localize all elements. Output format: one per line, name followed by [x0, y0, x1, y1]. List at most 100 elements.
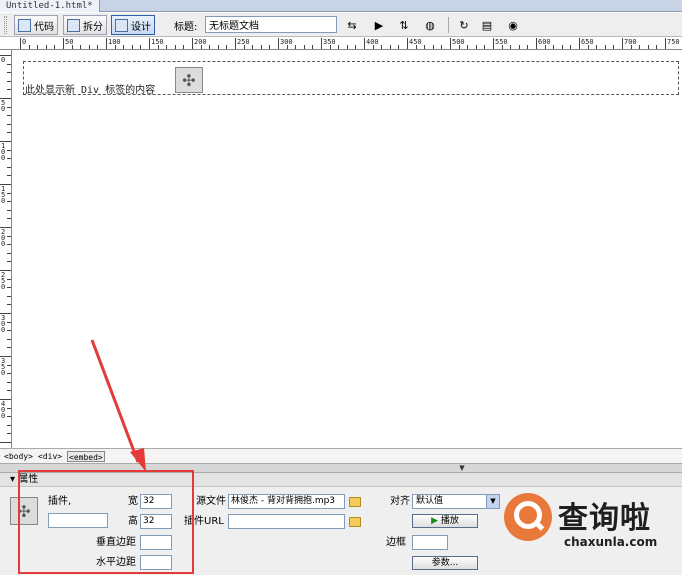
ruler-tick	[656, 45, 658, 49]
ruler-tick	[7, 373, 11, 375]
ruler-number: 100	[108, 38, 121, 46]
ruler-tick	[7, 330, 11, 332]
design-view-button[interactable]: 设计	[111, 15, 155, 35]
title-label: 标题:	[174, 22, 198, 33]
ruler-tick	[174, 45, 176, 49]
ruler-tick	[7, 304, 11, 306]
ruler-tick	[510, 45, 512, 49]
ruler-tick	[7, 89, 11, 91]
ruler-tick	[269, 45, 271, 49]
tag-body[interactable]: <body>	[4, 451, 33, 462]
code-view-icon	[18, 18, 31, 32]
border-input[interactable]	[412, 535, 448, 550]
play-button[interactable]: ▶ 播放	[412, 514, 478, 528]
play-icon: ▶	[431, 516, 441, 526]
file-management-icon[interactable]: ⇆	[343, 17, 361, 33]
ruler-tick	[484, 45, 486, 49]
ruler-number: 0	[22, 38, 27, 46]
toolbar-separator	[448, 17, 449, 33]
ruler-tick	[303, 45, 305, 49]
plugin-url-input[interactable]	[228, 514, 345, 529]
browse-folder-icon[interactable]	[349, 517, 361, 527]
ruler-number: 500	[452, 38, 465, 46]
ruler-tick	[381, 45, 383, 49]
align-select[interactable]: 默认值 ▼	[412, 494, 500, 509]
ruler-tick	[407, 38, 408, 49]
ruler-tick	[28, 45, 30, 49]
align-value: 默认值	[416, 496, 444, 506]
ruler-tick	[80, 45, 82, 49]
ruler-tick	[7, 347, 11, 349]
play-label: 播放	[440, 516, 459, 526]
ruler-tick	[622, 38, 623, 49]
ruler-tick	[7, 278, 11, 280]
sync-icon[interactable]: ⇅	[395, 17, 413, 33]
visual-aids-icon[interactable]: ◉	[504, 17, 522, 33]
plugin-icon[interactable]: ✣	[175, 67, 203, 93]
ruler-tick	[536, 38, 537, 49]
split-view-button[interactable]: 拆分	[63, 15, 107, 35]
ruler-tick	[424, 45, 426, 49]
border-label: 边框	[386, 537, 406, 548]
preview-in-browser-icon[interactable]: ▶	[370, 17, 388, 33]
watermark-text: 查询啦	[558, 501, 651, 536]
collapse-arrow-icon[interactable]: ▼	[455, 465, 469, 472]
ruler-tick	[7, 424, 11, 426]
ruler-tick	[467, 45, 469, 49]
tag-embed[interactable]: <embed>	[67, 451, 105, 462]
ruler-tick	[7, 115, 11, 117]
ruler-tick	[209, 45, 211, 49]
ruler-tick	[450, 38, 451, 49]
ruler-tick	[527, 45, 529, 49]
tag-div[interactable]: <div>	[38, 451, 62, 462]
ruler-tick	[7, 201, 11, 203]
ruler-tick	[7, 149, 11, 151]
ruler-tick	[54, 45, 56, 49]
ruler-tick	[7, 235, 11, 237]
align-label: 对齐	[390, 496, 410, 507]
split-view-label: 拆分	[83, 21, 103, 33]
ruler-tick	[364, 38, 365, 49]
ruler-tick	[278, 38, 279, 49]
ruler-number: 250	[1, 271, 6, 291]
ruler-tick	[7, 252, 11, 254]
ruler-tick	[45, 45, 47, 49]
toolbar-grip[interactable]	[4, 16, 7, 34]
view-options-icon[interactable]: ▤	[478, 17, 496, 33]
tag-selector-bar: <body> <div> <embed>	[0, 448, 682, 464]
ruler-tick	[123, 45, 125, 49]
source-input[interactable]: 林俊杰 - 背对背拥抱.mp3	[228, 494, 345, 509]
ruler-tick	[0, 442, 11, 443]
ruler-number: 50	[1, 99, 6, 113]
design-view-icon	[115, 18, 128, 32]
ruler-tick	[7, 158, 11, 160]
code-view-label: 代码	[34, 21, 54, 33]
ruler-tick	[7, 80, 11, 82]
ruler-number: 300	[280, 38, 293, 46]
ruler-tick	[647, 45, 649, 49]
ruler-tick	[260, 45, 262, 49]
ruler-tick	[217, 45, 219, 49]
title-input[interactable]	[205, 16, 337, 33]
document-tab[interactable]: Untitled-1.html*	[0, 0, 100, 12]
ruler-tick	[338, 45, 340, 49]
ruler-tick	[63, 38, 64, 49]
ruler-number: 450	[409, 38, 422, 46]
ruler-number: 750	[667, 38, 680, 46]
ruler-tick	[570, 45, 572, 49]
split-view-icon	[67, 18, 80, 32]
refresh-icon[interactable]: ↻	[455, 17, 473, 33]
ruler-tick	[7, 407, 11, 409]
ruler-number: 250	[237, 38, 250, 46]
globe-icon[interactable]: ◍	[421, 17, 439, 33]
design-canvas[interactable]: 此处显示新 Div 标签的内容 ✣	[13, 51, 682, 448]
parameters-button[interactable]: 参数...	[412, 556, 478, 570]
ruler-tick	[398, 45, 400, 49]
ruler-number: 350	[323, 38, 336, 46]
ruler-tick	[561, 45, 563, 49]
ruler-tick	[140, 45, 142, 49]
ruler-tick	[475, 45, 477, 49]
code-view-button[interactable]: 代码	[14, 15, 58, 35]
ruler-number: 150	[151, 38, 164, 46]
browse-folder-icon[interactable]	[349, 497, 361, 507]
